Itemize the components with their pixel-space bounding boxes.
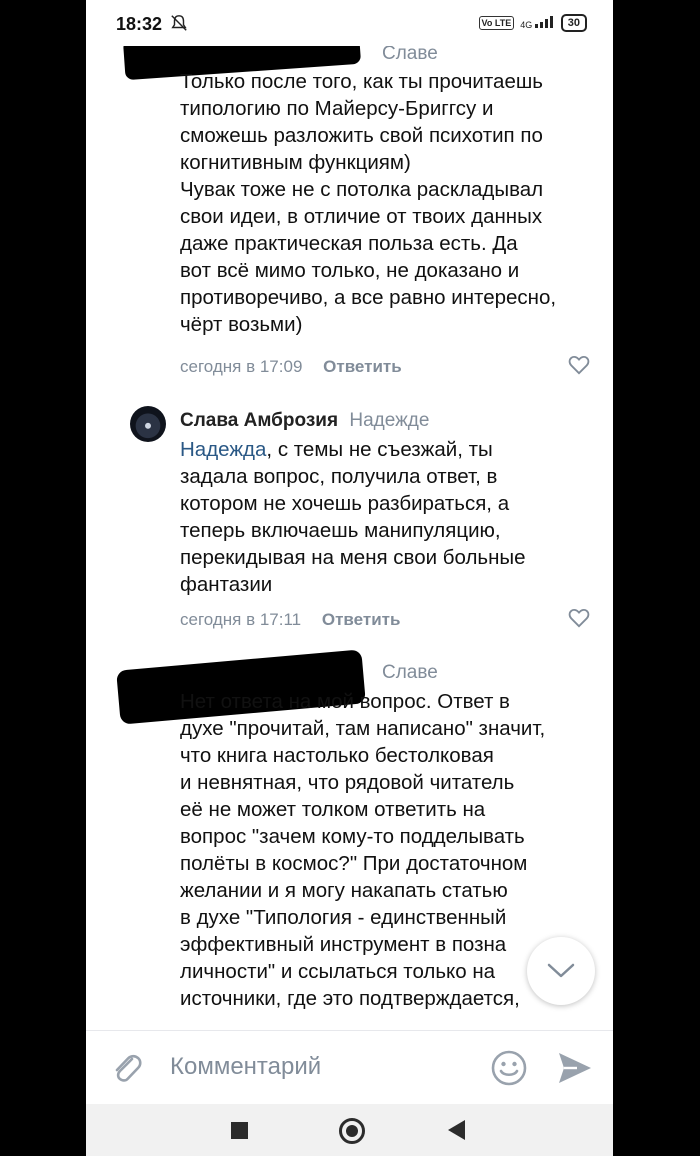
network-indicator: 4G <box>520 16 555 30</box>
text-line: вопрос "зачем кому-то подделывать <box>180 825 525 848</box>
author-name[interactable]: Слава Амброзия <box>180 410 338 431</box>
comment-time: сегодня в 17:11 <box>180 610 302 629</box>
reply-to[interactable]: Славе <box>382 662 438 683</box>
text-line: вот всё мимо только, не доказано и <box>180 259 520 282</box>
reply-button[interactable]: Ответить <box>323 357 402 376</box>
comment-text: Только после того, как ты прочитаешь тип… <box>180 68 585 338</box>
mention-link[interactable]: Надежда <box>180 438 266 461</box>
text-line: котором не хочешь разбираться, а <box>180 492 510 515</box>
paperclip-icon[interactable] <box>110 1051 144 1085</box>
comment-meta: сегодня в 17:11 Ответить <box>180 610 400 630</box>
text-line: теперь включаешь манипуляцию, <box>180 519 501 542</box>
comment-header: Славе <box>376 46 438 65</box>
text-line: даже практическая польза есть. Да <box>180 232 518 255</box>
text-line: эффективный инструмент в позна <box>180 933 507 956</box>
text-line: личности" и ссылаться только на <box>180 960 496 983</box>
volte-indicator: Vo LTE <box>478 16 515 30</box>
back-button[interactable] <box>448 1120 465 1140</box>
home-button[interactable] <box>339 1118 365 1144</box>
status-indicators: Vo LTE 4G 30 <box>478 14 587 32</box>
comment-text: Надежда, с темы не съезжай, ты задала во… <box>180 436 585 598</box>
status-bar: 18:32 Vo LTE 4G 30 <box>86 0 613 46</box>
comments-feed[interactable]: Славе Только после того, как ты прочитае… <box>86 46 613 1030</box>
send-icon[interactable] <box>557 1051 593 1085</box>
comment-composer: Комментарий <box>86 1030 613 1105</box>
reply-to[interactable]: Славе <box>382 46 438 64</box>
text-line: противоречиво, а все равно интересно, <box>180 286 557 309</box>
system-nav-bar <box>86 1104 613 1156</box>
text-line: свои идеи, в отличие от твоих данных <box>180 205 543 228</box>
recent-apps-button[interactable] <box>231 1122 248 1139</box>
comment-time: сегодня в 17:09 <box>180 357 303 376</box>
text-line: Чувак тоже не с потолка раскладывал <box>180 178 544 201</box>
text-line: желании и я могу накапать статью <box>180 879 508 902</box>
comment-header: Славе <box>376 662 438 684</box>
text-line: её не может толком ответить на <box>180 798 486 821</box>
text-line: в духе "Типология - единственный <box>180 906 507 929</box>
text-line: полёты в космос?" При достаточном <box>180 852 528 875</box>
reply-button[interactable]: Ответить <box>322 610 401 629</box>
heart-icon[interactable] <box>568 355 590 375</box>
phone-screen: 18:32 Vo LTE 4G 30 Славе Только после то… <box>86 0 613 1156</box>
scroll-down-button[interactable] <box>527 937 595 1005</box>
text-line: что книга настолько бестолковая <box>180 744 494 767</box>
chevron-down-icon <box>547 963 575 978</box>
text-line: источники, где это подтверждается, <box>180 987 520 1010</box>
text-line: Надежда, с темы не съезжай, ты <box>180 436 585 463</box>
text-line: Только после того, как ты прочитаешь <box>180 70 543 93</box>
text-line: когнитивным функциям) <box>180 151 411 174</box>
comment-header: Слава Амброзия Надежде <box>180 410 429 432</box>
battery-indicator: 30 <box>560 14 587 32</box>
mute-bell-icon <box>171 15 187 31</box>
text-line: задала вопрос, получила ответ, в <box>180 465 498 488</box>
text-fragment: , с темы не съезжай, ты <box>266 438 493 461</box>
text-line: типологию по Майерсу-Бриггсу и <box>180 97 494 120</box>
heart-icon[interactable] <box>568 608 590 628</box>
text-line: чёрт возьми) <box>180 313 303 336</box>
text-line: перекидывая на меня свои больные <box>180 546 526 569</box>
avatar[interactable] <box>130 406 166 442</box>
reply-to[interactable]: Надежде <box>349 410 429 431</box>
text-line: и невнятная, что рядовой читатель <box>180 771 515 794</box>
comment-meta: сегодня в 17:09 Ответить <box>180 357 402 377</box>
comment-text: Нет ответа на мой вопрос. Ответ в духе "… <box>180 688 585 1012</box>
signal-icon <box>534 16 553 28</box>
smile-icon[interactable] <box>490 1049 528 1087</box>
text-line: Нет ответа на мой вопрос. Ответ в <box>180 690 510 713</box>
comment-input[interactable]: Комментарий <box>170 1053 321 1081</box>
text-line: фантазии <box>180 573 273 596</box>
network-type: 4G <box>520 20 533 30</box>
text-line: духе "прочитай, там написано" значит, <box>180 717 546 740</box>
text-line: сможешь разложить свой психотип по <box>180 124 543 147</box>
status-time: 18:32 <box>116 14 163 34</box>
